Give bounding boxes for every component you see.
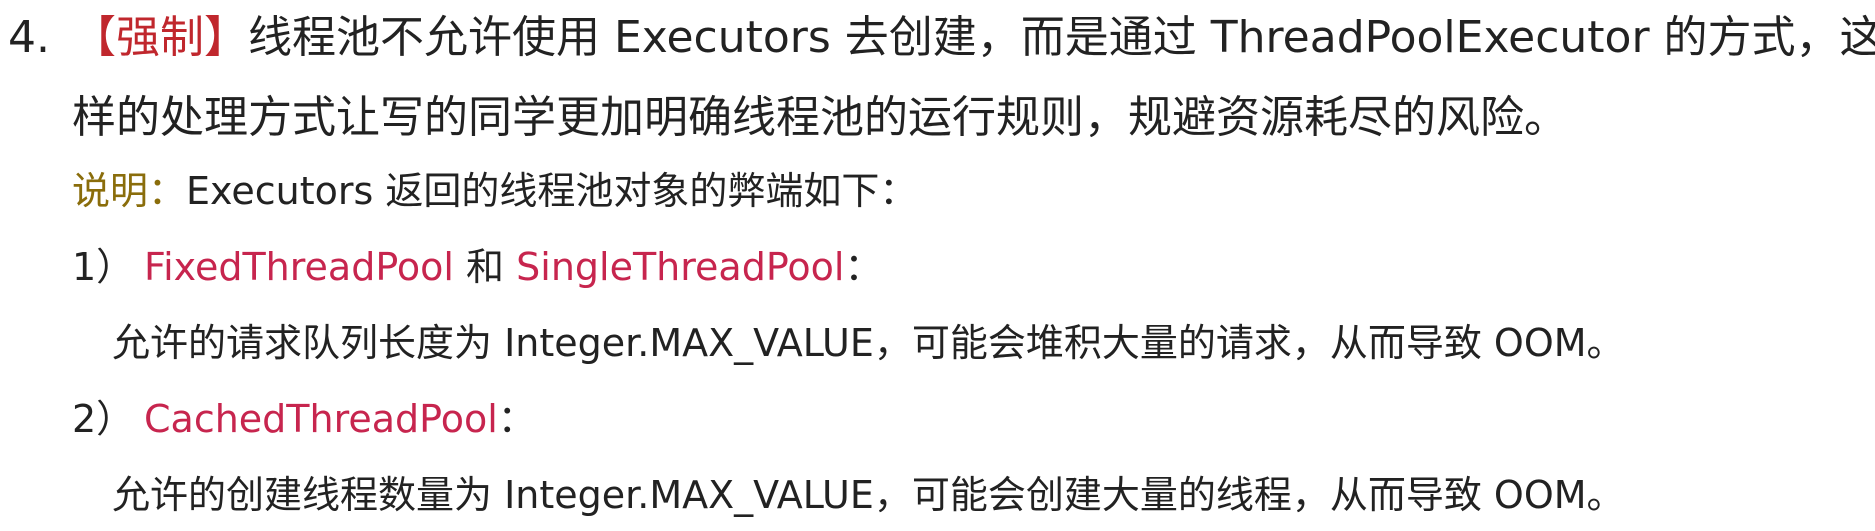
- rule-text-line-2: 样的处理方式让写的同学更加明确线程池的运行规则，规避资源耗尽的风险。: [72, 92, 1568, 143]
- item-1-index: 1）: [72, 245, 135, 289]
- note-line: 说明：Executors 返回的线程池对象的弊端如下：: [72, 172, 917, 210]
- document: 4. 【强制】线程池不允许使用 Executors 去创建，而是通过 Thread…: [0, 0, 1875, 531]
- mandatory-tag: 【强制】: [72, 12, 248, 63]
- item-2-colon: ：: [497, 397, 536, 441]
- note-label: 说明：: [72, 169, 187, 213]
- item-1-colon: ：: [844, 245, 883, 289]
- item-1-detail-text: 允许的请求队列长度为 Integer.MAX_VALUE，可能会堆积大量的请求，…: [112, 321, 1625, 365]
- item-2-heading: 2） CachedThreadPool：: [72, 400, 536, 438]
- item-1-joiner: 和: [453, 245, 517, 289]
- item-1-heading: 1） FixedThreadPool 和 SingleThreadPool：: [72, 248, 882, 286]
- fixed-thread-pool-label: FixedThreadPool: [144, 245, 454, 289]
- rule-number: 4.: [8, 12, 50, 63]
- rule-line-1: 4. 【强制】线程池不允许使用 Executors 去创建，而是通过 Thread…: [0, 16, 1875, 60]
- rule-line-2: 样的处理方式让写的同学更加明确线程池的运行规则，规避资源耗尽的风险。: [72, 96, 1568, 140]
- item-1-detail: 允许的请求队列长度为 Integer.MAX_VALUE，可能会堆积大量的请求，…: [112, 324, 1625, 362]
- note-text: Executors 返回的线程池对象的弊端如下：: [186, 169, 918, 213]
- item-2-index: 2）: [72, 397, 135, 441]
- item-2-detail: 允许的创建线程数量为 Integer.MAX_VALUE，可能会创建大量的线程，…: [112, 476, 1625, 514]
- cached-thread-pool-label: CachedThreadPool: [144, 397, 498, 441]
- single-thread-pool-label: SingleThreadPool: [516, 245, 845, 289]
- item-2-detail-text: 允许的创建线程数量为 Integer.MAX_VALUE，可能会创建大量的线程，…: [112, 473, 1625, 517]
- rule-text-line-1: 线程池不允许使用 Executors 去创建，而是通过 ThreadPoolEx…: [248, 12, 1875, 63]
